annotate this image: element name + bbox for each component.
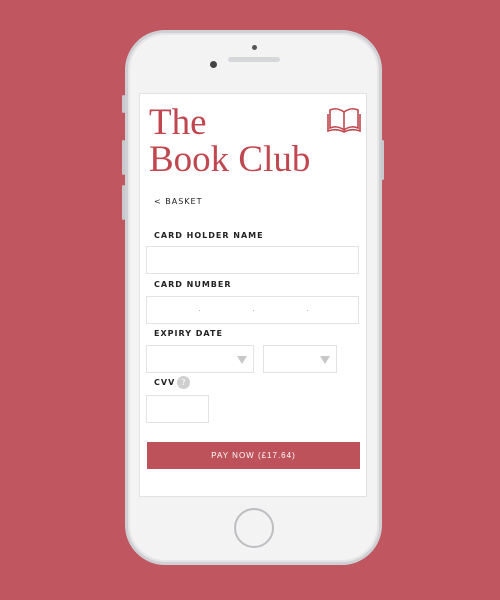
home-button[interactable] [234,508,274,548]
card-number-label: CARD NUMBER [154,280,232,289]
expiry-label: EXPIRY DATE [154,329,223,338]
cvv-label: CVV [154,378,176,387]
back-to-basket-link[interactable]: < BASKET [154,197,202,206]
separator-dot [307,310,308,311]
card-holder-label: CARD HOLDER NAME [154,231,264,240]
power-button [381,140,384,180]
dropdown-arrow-icon [237,356,247,364]
front-camera [210,61,217,68]
speaker [228,57,280,62]
card-holder-input[interactable] [146,246,359,274]
separator-dot [199,310,200,311]
help-icon[interactable]: ? [177,376,190,389]
dropdown-arrow-icon [320,356,330,364]
card-number-input[interactable] [146,296,359,324]
title-line-1: The [149,102,207,143]
separator-dot [253,310,254,311]
volume-up-button [122,140,125,175]
expiry-year-select[interactable] [263,345,337,373]
volume-down-button [122,185,125,220]
open-book-icon [327,108,361,133]
app-title: The Book Club [149,104,310,178]
pay-now-button[interactable]: PAY NOW (£17.64) [147,442,360,469]
screen: The Book Club < BASKET CARD HOLDER NAME … [139,93,367,497]
sensor [252,45,257,50]
title-line-2: Book Club [149,139,311,180]
mute-switch [122,95,125,113]
cvv-input[interactable] [146,395,209,423]
expiry-month-select[interactable] [146,345,254,373]
